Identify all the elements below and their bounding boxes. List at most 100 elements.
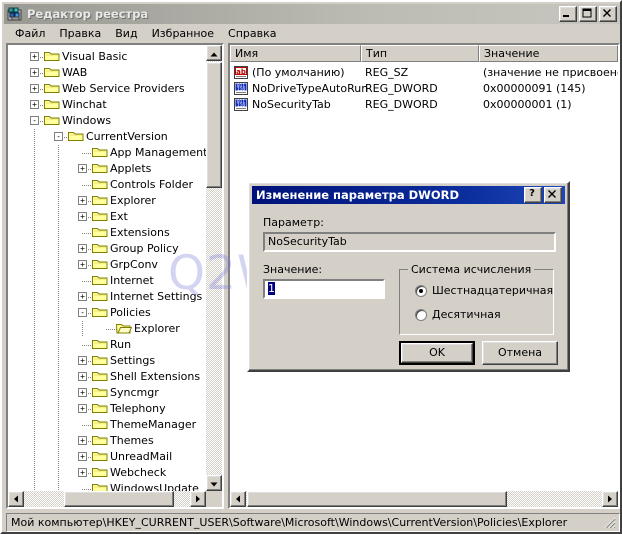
tree-expand-icon[interactable]: + bbox=[78, 212, 87, 221]
tree-node[interactable]: + Shell Extensions bbox=[8, 369, 208, 385]
tree-node[interactable]: + Web Service Providers bbox=[8, 81, 208, 97]
tree-node[interactable]: Explorer bbox=[8, 321, 208, 337]
tree-node[interactable]: ThemeManager bbox=[8, 417, 208, 433]
tree-expand-icon[interactable]: + bbox=[78, 164, 87, 173]
tree-guide-line bbox=[58, 337, 59, 353]
tree-expand-icon[interactable]: + bbox=[30, 52, 39, 61]
tree-expand-icon[interactable]: + bbox=[78, 404, 87, 413]
list-scroll-left-button[interactable] bbox=[230, 491, 246, 507]
tree-collapse-icon[interactable]: - bbox=[78, 308, 87, 317]
folder-icon bbox=[44, 50, 60, 63]
tree-node[interactable]: App Management bbox=[8, 145, 208, 161]
tree-guide-line bbox=[34, 353, 35, 369]
tree-expand-icon[interactable]: + bbox=[78, 356, 87, 365]
column-header-type[interactable]: Тип bbox=[361, 45, 479, 62]
values-list-row[interactable]: ab (По умолчанию) REG_SZ (значение не присв… bbox=[230, 65, 618, 81]
tree-node[interactable]: + Ext bbox=[8, 209, 208, 225]
values-list-row[interactable]: 011 110 NoDriveTypeAutoRun REG_DWORD 0x00000… bbox=[230, 81, 618, 97]
tree-guide-line bbox=[58, 161, 59, 177]
tree-scroll-up-button[interactable] bbox=[206, 45, 222, 61]
tree-node[interactable]: + Syncmgr bbox=[8, 385, 208, 401]
close-button[interactable] bbox=[599, 6, 617, 22]
tree-hscroll-thumb[interactable] bbox=[64, 491, 174, 507]
folder-icon bbox=[92, 210, 108, 223]
column-header-name[interactable]: Имя bbox=[230, 45, 361, 62]
tree-collapse-icon[interactable]: - bbox=[54, 132, 63, 141]
tree-collapse-icon[interactable]: - bbox=[30, 116, 39, 125]
param-name-field[interactable]: NoSecurityTab bbox=[263, 232, 556, 252]
tree-node[interactable]: + Webcheck bbox=[8, 465, 208, 481]
list-hscroll-thumb[interactable] bbox=[247, 491, 507, 507]
tree-horizontal-scrollbar[interactable] bbox=[8, 491, 206, 507]
tree-scroll-thumb[interactable] bbox=[206, 62, 222, 188]
tree-vertical-scrollbar[interactable] bbox=[206, 45, 222, 491]
tree-node[interactable]: + WAB bbox=[8, 65, 208, 81]
tree-node[interactable]: + UnreadMail bbox=[8, 449, 208, 465]
menu-item-view[interactable]: Вид bbox=[108, 25, 144, 42]
tree-node[interactable]: + Visual Basic bbox=[8, 49, 208, 65]
tree-expand-icon[interactable]: + bbox=[78, 372, 87, 381]
tree-node[interactable]: - Windows bbox=[8, 113, 208, 129]
column-header-value[interactable]: Значение bbox=[479, 45, 618, 62]
tree-node[interactable]: Internet bbox=[8, 273, 208, 289]
tree-node[interactable]: WindowsUpdate bbox=[8, 481, 208, 491]
tree-scroll-down-button[interactable] bbox=[206, 475, 222, 491]
values-list-row[interactable]: 011 110 NoSecurityTab REG_DWORD 0x00000001 (… bbox=[230, 97, 618, 113]
tree-guide-line bbox=[58, 321, 59, 337]
tree-expand-icon[interactable]: + bbox=[78, 436, 87, 445]
tree-node-label: Applets bbox=[110, 162, 152, 175]
tree-node[interactable]: + Internet Settings bbox=[8, 289, 208, 305]
tree-guide-line bbox=[58, 481, 59, 491]
tree-node[interactable]: + Settings bbox=[8, 353, 208, 369]
menu-item-file[interactable]: Файл bbox=[8, 25, 52, 42]
tree-expand-icon[interactable]: + bbox=[78, 468, 87, 477]
tree-node[interactable]: - CurrentVersion bbox=[8, 129, 208, 145]
list-scroll-right-button[interactable] bbox=[602, 491, 618, 507]
tree-expand-icon[interactable]: + bbox=[30, 84, 39, 93]
tree-expand-icon[interactable]: + bbox=[30, 68, 39, 77]
status-bar-path: Мой компьютер\HKEY_CURRENT_USER\Software… bbox=[11, 516, 568, 529]
dialog-close-button[interactable] bbox=[544, 187, 562, 203]
tree-scroll-right-button[interactable] bbox=[190, 491, 206, 507]
tree-node[interactable]: + Winchat bbox=[8, 97, 208, 113]
tree-expand-icon[interactable]: + bbox=[78, 196, 87, 205]
dialog-title-bar: Изменение параметра DWORD ? bbox=[252, 186, 565, 204]
menu-item-edit[interactable]: Правка bbox=[52, 25, 108, 42]
menu-item-favorites[interactable]: Избранное bbox=[145, 25, 221, 42]
tree-expand-icon[interactable]: + bbox=[78, 244, 87, 253]
tree-node[interactable]: - Policies bbox=[8, 305, 208, 321]
tree-node-label: Webcheck bbox=[110, 466, 167, 479]
tree-node[interactable]: + Telephony bbox=[8, 401, 208, 417]
tree-expand-icon[interactable]: + bbox=[78, 388, 87, 397]
tree-node[interactable]: + Applets bbox=[8, 161, 208, 177]
tree-expand-icon[interactable]: + bbox=[78, 260, 87, 269]
folder-icon bbox=[92, 482, 108, 491]
tree-expand-icon[interactable]: + bbox=[78, 292, 87, 301]
dialog-help-button[interactable]: ? bbox=[524, 187, 542, 203]
tree-node[interactable]: Run bbox=[8, 337, 208, 353]
registry-tree[interactable]: + Visual Basic + WAB + Web Service Providers +… bbox=[8, 45, 208, 491]
tree-scroll-left-button[interactable] bbox=[8, 491, 24, 507]
folder-icon bbox=[92, 370, 108, 383]
radio-hexadecimal[interactable]: Шестнадцатеричная bbox=[415, 284, 553, 297]
tree-node[interactable]: + GrpConv bbox=[8, 257, 208, 273]
list-horizontal-scrollbar[interactable] bbox=[230, 491, 618, 507]
menu-item-help[interactable]: Справка bbox=[221, 25, 283, 42]
resize-grip-icon[interactable] bbox=[603, 516, 617, 530]
tree-node[interactable]: + Group Policy bbox=[8, 241, 208, 257]
tree-node[interactable]: + Explorer bbox=[8, 193, 208, 209]
tree-expand-icon[interactable]: + bbox=[78, 452, 87, 461]
ok-button-label: OK bbox=[401, 343, 473, 363]
minimize-button[interactable] bbox=[559, 6, 577, 22]
radio-decimal[interactable]: Десятичная bbox=[415, 308, 501, 321]
tree-node[interactable]: Controls Folder bbox=[8, 177, 208, 193]
cancel-button[interactable]: Отмена bbox=[482, 341, 558, 365]
tree-expand-icon[interactable]: + bbox=[30, 100, 39, 109]
ok-button[interactable]: OK bbox=[399, 341, 475, 365]
value-data-field[interactable]: 1 bbox=[263, 279, 385, 299]
tree-guide-line bbox=[58, 193, 59, 209]
tree-node[interactable]: + Themes bbox=[8, 433, 208, 449]
tree-node[interactable]: Extensions bbox=[8, 225, 208, 241]
maximize-button[interactable] bbox=[579, 6, 597, 22]
folder-icon bbox=[44, 98, 60, 111]
